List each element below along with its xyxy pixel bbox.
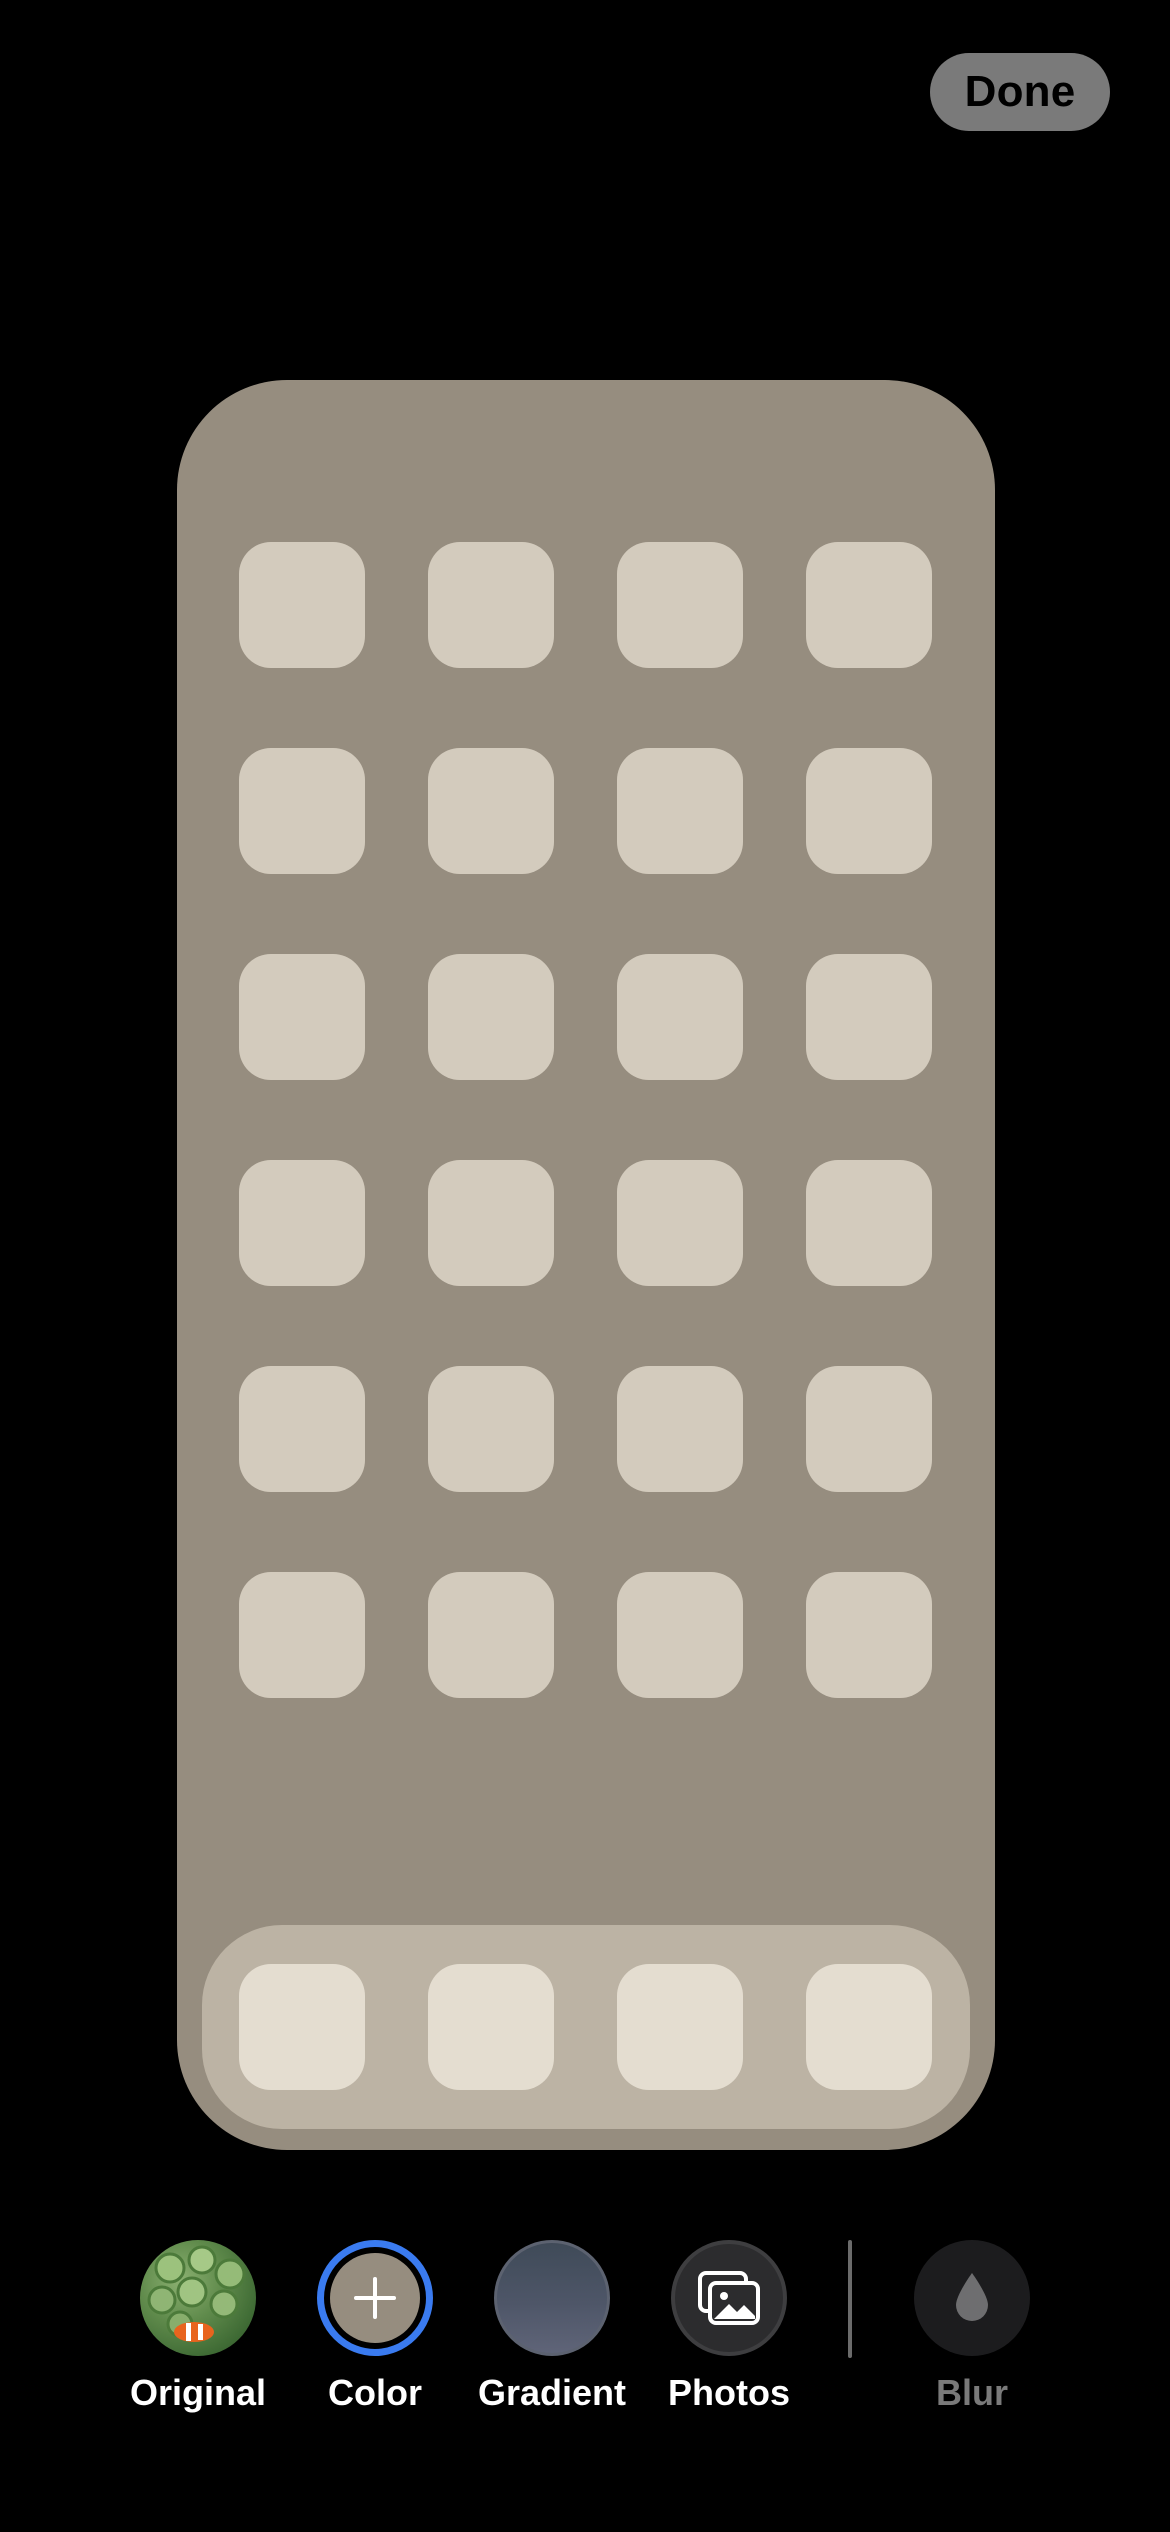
photo-thumbnail-icon[interactable]	[140, 2240, 256, 2356]
app-icon-placeholder	[239, 748, 365, 874]
blur-option[interactable]: Blur	[872, 2240, 1072, 2414]
gradient-label: Gradient	[477, 2372, 627, 2413]
app-icon-placeholder	[806, 1572, 932, 1698]
app-icon-placeholder	[239, 542, 365, 668]
app-icon-placeholder	[617, 1366, 743, 1492]
wallpaper-options-bar: Original Color Gradient Photos Blur	[0, 2240, 1170, 2440]
color-label: Color	[328, 2372, 422, 2413]
app-icon-placeholder	[428, 1160, 554, 1286]
gradient-option[interactable]: Gradient	[452, 2240, 652, 2414]
app-icon-placeholder	[806, 748, 932, 874]
app-icon-placeholder	[617, 748, 743, 874]
app-icon-placeholder	[617, 1160, 743, 1286]
app-icon-placeholder	[239, 1366, 365, 1492]
color-swatch-selected[interactable]	[317, 2240, 433, 2356]
app-icon-placeholder	[806, 954, 932, 1080]
app-icon-placeholder	[617, 542, 743, 668]
dock-icon-placeholder	[428, 1964, 554, 2090]
dock	[202, 1925, 970, 2129]
app-icon-placeholder	[428, 954, 554, 1080]
original-label: Original	[129, 2372, 267, 2413]
dock-icon-placeholder	[239, 1964, 365, 2090]
app-icon-placeholder	[428, 1572, 554, 1698]
home-screen-preview	[177, 380, 995, 2150]
photos-label: Photos	[668, 2372, 790, 2413]
app-icon-placeholder	[806, 1366, 932, 1492]
options-divider	[848, 2240, 852, 2358]
dock-icon-placeholder	[806, 1964, 932, 2090]
dock-icon-placeholder	[617, 1964, 743, 2090]
plus-icon	[354, 2277, 396, 2319]
gradient-swatch-icon[interactable]	[494, 2240, 610, 2356]
photos-icon[interactable]	[671, 2240, 787, 2356]
app-icon-placeholder	[806, 542, 932, 668]
app-icon-placeholder	[617, 1572, 743, 1698]
photos-option[interactable]: Photos	[629, 2240, 829, 2414]
app-icon-placeholder	[239, 1160, 365, 1286]
done-button[interactable]: Done	[930, 53, 1110, 131]
blur-label: Blur	[936, 2372, 1008, 2413]
app-icon-placeholder	[617, 954, 743, 1080]
original-option[interactable]: Original	[98, 2240, 298, 2414]
app-icon-placeholder	[806, 1160, 932, 1286]
app-icon-placeholder	[428, 542, 554, 668]
app-icon-placeholder	[428, 1366, 554, 1492]
app-icon-placeholder	[239, 1572, 365, 1698]
app-icon-grid	[239, 542, 933, 1698]
app-icon-placeholder	[239, 954, 365, 1080]
color-option[interactable]: Color	[275, 2240, 475, 2414]
droplet-icon[interactable]	[914, 2240, 1030, 2356]
app-icon-placeholder	[428, 748, 554, 874]
